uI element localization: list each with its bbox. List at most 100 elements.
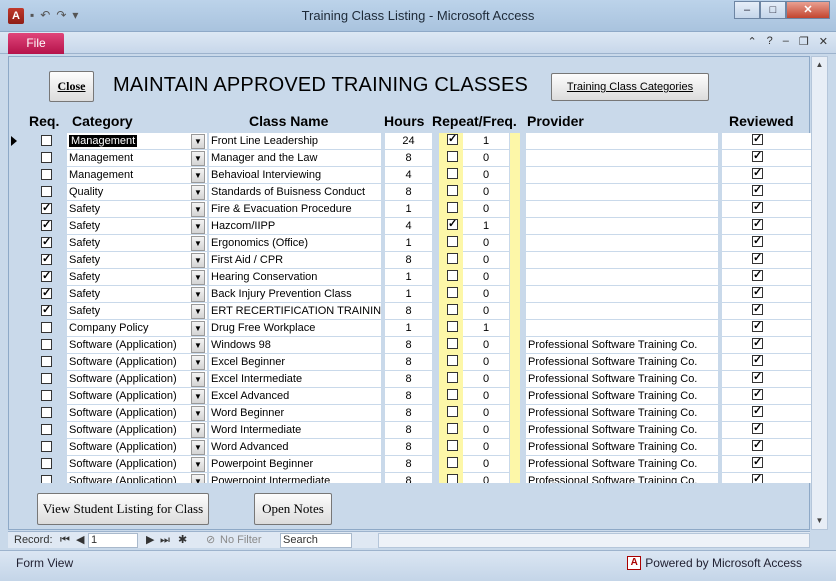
- class-name-field[interactable]: Excel Intermediate: [209, 371, 381, 388]
- repeat-checkbox[interactable]: [447, 270, 458, 281]
- provider-field[interactable]: Professional Software Training Co.: [526, 439, 718, 456]
- class-name-field[interactable]: Powerpoint Intermediate: [209, 473, 381, 483]
- provider-field[interactable]: [526, 269, 718, 286]
- repeat-checkbox[interactable]: [447, 423, 458, 434]
- reviewed-checkbox[interactable]: ✓: [752, 168, 763, 179]
- dropdown-arrow-icon[interactable]: ▼: [191, 389, 205, 404]
- record-row[interactable]: Software (Application) ▼ Excel Intermediat…: [9, 371, 811, 388]
- record-row[interactable]: Management ▼ Manager and the Law 8 0 ✓: [9, 150, 811, 167]
- reviewed-checkbox[interactable]: ✓: [752, 474, 763, 483]
- record-row[interactable]: Quality ▼ Standards of Buisness Conduct 8 0 ✓: [9, 184, 811, 201]
- required-checkbox[interactable]: [41, 169, 52, 180]
- new-record-icon[interactable]: ✱: [178, 533, 187, 548]
- file-tab[interactable]: File: [8, 33, 64, 54]
- hours-field[interactable]: 8: [385, 473, 432, 483]
- doc-close-icon[interactable]: ✕: [819, 35, 828, 48]
- repeat-checkbox[interactable]: [447, 185, 458, 196]
- view-student-listing-button[interactable]: View Student Listing for Class: [37, 493, 209, 525]
- record-row[interactable]: Software (Application) ▼ Excel Beginner 8 0 P…: [9, 354, 811, 371]
- class-name-field[interactable]: First Aid / CPR: [209, 252, 381, 269]
- frequency-field[interactable]: 0: [463, 405, 509, 422]
- dropdown-arrow-icon[interactable]: ▼: [191, 168, 205, 183]
- reviewed-checkbox[interactable]: ✓: [752, 253, 763, 264]
- required-checkbox[interactable]: [41, 373, 52, 384]
- first-record-icon[interactable]: ⏮: [60, 533, 70, 548]
- category-combobox[interactable]: Software (Application): [67, 405, 207, 422]
- frequency-field[interactable]: 0: [463, 269, 509, 286]
- required-checkbox[interactable]: [41, 135, 52, 146]
- close-button[interactable]: Close: [49, 71, 94, 102]
- repeat-checkbox[interactable]: [447, 338, 458, 349]
- reviewed-checkbox[interactable]: ✓: [752, 287, 763, 298]
- reviewed-checkbox[interactable]: ✓: [752, 372, 763, 383]
- dropdown-arrow-icon[interactable]: ▼: [191, 185, 205, 200]
- class-name-field[interactable]: Excel Advanced: [209, 388, 381, 405]
- record-row[interactable]: ✓ Safety ▼ Back Injury Prevention Class 1 0 ✓: [9, 286, 811, 303]
- class-name-field[interactable]: Behavioal Interviewing: [209, 167, 381, 184]
- category-combobox[interactable]: Software (Application): [67, 354, 207, 371]
- reviewed-checkbox[interactable]: ✓: [752, 202, 763, 213]
- required-checkbox[interactable]: ✓: [41, 220, 52, 231]
- class-name-field[interactable]: Hearing Conservation: [209, 269, 381, 286]
- record-row[interactable]: ✓ Safety ▼ Ergonomics (Office) 1 0 ✓: [9, 235, 811, 252]
- frequency-field[interactable]: 0: [463, 337, 509, 354]
- frequency-field[interactable]: 0: [463, 201, 509, 218]
- reviewed-checkbox[interactable]: ✓: [752, 151, 763, 162]
- category-combobox[interactable]: Quality: [67, 184, 207, 201]
- hours-field[interactable]: 8: [385, 337, 432, 354]
- record-row[interactable]: Software (Application) ▼ Powerpoint Beginn…: [9, 456, 811, 473]
- frequency-field[interactable]: 0: [463, 150, 509, 167]
- required-checkbox[interactable]: [41, 356, 52, 367]
- category-combobox[interactable]: Safety: [67, 286, 207, 303]
- reviewed-checkbox[interactable]: ✓: [752, 219, 763, 230]
- no-filter-icon[interactable]: ⊘: [206, 533, 215, 548]
- provider-field[interactable]: [526, 184, 718, 201]
- dropdown-arrow-icon[interactable]: ▼: [191, 474, 205, 483]
- category-combobox[interactable]: Safety: [67, 201, 207, 218]
- reviewed-checkbox[interactable]: ✓: [752, 423, 763, 434]
- category-combobox[interactable]: Safety: [67, 235, 207, 252]
- reviewed-checkbox[interactable]: ✓: [752, 389, 763, 400]
- repeat-checkbox[interactable]: [447, 406, 458, 417]
- provider-field[interactable]: Professional Software Training Co.: [526, 473, 718, 483]
- required-checkbox[interactable]: [41, 339, 52, 350]
- close-window-icon[interactable]: ✕: [786, 1, 830, 19]
- required-checkbox[interactable]: ✓: [41, 288, 52, 299]
- dropdown-arrow-icon[interactable]: ▼: [191, 440, 205, 455]
- frequency-field[interactable]: 1: [463, 218, 509, 235]
- hours-field[interactable]: 8: [385, 439, 432, 456]
- class-name-field[interactable]: Powerpoint Beginner: [209, 456, 381, 473]
- category-combobox[interactable]: Software (Application): [67, 439, 207, 456]
- class-name-field[interactable]: Hazcom/IIPP: [209, 218, 381, 235]
- required-checkbox[interactable]: [41, 441, 52, 452]
- record-number-field[interactable]: 1: [88, 533, 138, 548]
- frequency-field[interactable]: 0: [463, 286, 509, 303]
- hours-field[interactable]: 8: [385, 371, 432, 388]
- category-combobox[interactable]: Management: [67, 133, 207, 150]
- frequency-field[interactable]: 0: [463, 439, 509, 456]
- repeat-checkbox[interactable]: ✓: [447, 219, 458, 230]
- hours-field[interactable]: 8: [385, 405, 432, 422]
- reviewed-checkbox[interactable]: ✓: [752, 270, 763, 281]
- hours-field[interactable]: 8: [385, 388, 432, 405]
- reviewed-checkbox[interactable]: ✓: [752, 236, 763, 247]
- reviewed-checkbox[interactable]: ✓: [752, 457, 763, 468]
- class-name-field[interactable]: Front Line Leadership: [209, 133, 381, 150]
- hours-field[interactable]: 1: [385, 201, 432, 218]
- category-combobox[interactable]: Company Policy: [67, 320, 207, 337]
- provider-field[interactable]: [526, 167, 718, 184]
- dropdown-arrow-icon[interactable]: ▼: [191, 270, 205, 285]
- frequency-field[interactable]: 0: [463, 371, 509, 388]
- record-row[interactable]: Software (Application) ▼ Powerpoint Interm…: [9, 473, 811, 483]
- help-icon[interactable]: ?: [767, 35, 773, 48]
- next-record-icon[interactable]: ▶: [146, 533, 154, 548]
- repeat-checkbox[interactable]: [447, 287, 458, 298]
- dropdown-arrow-icon[interactable]: ▼: [191, 287, 205, 302]
- category-combobox[interactable]: Software (Application): [67, 371, 207, 388]
- reviewed-checkbox[interactable]: ✓: [752, 406, 763, 417]
- record-row[interactable]: Management ▼ Behavioal Interviewing 4 0 ✓: [9, 167, 811, 184]
- repeat-checkbox[interactable]: [447, 457, 458, 468]
- reviewed-checkbox[interactable]: ✓: [752, 440, 763, 451]
- category-combobox[interactable]: Software (Application): [67, 422, 207, 439]
- repeat-checkbox[interactable]: [447, 440, 458, 451]
